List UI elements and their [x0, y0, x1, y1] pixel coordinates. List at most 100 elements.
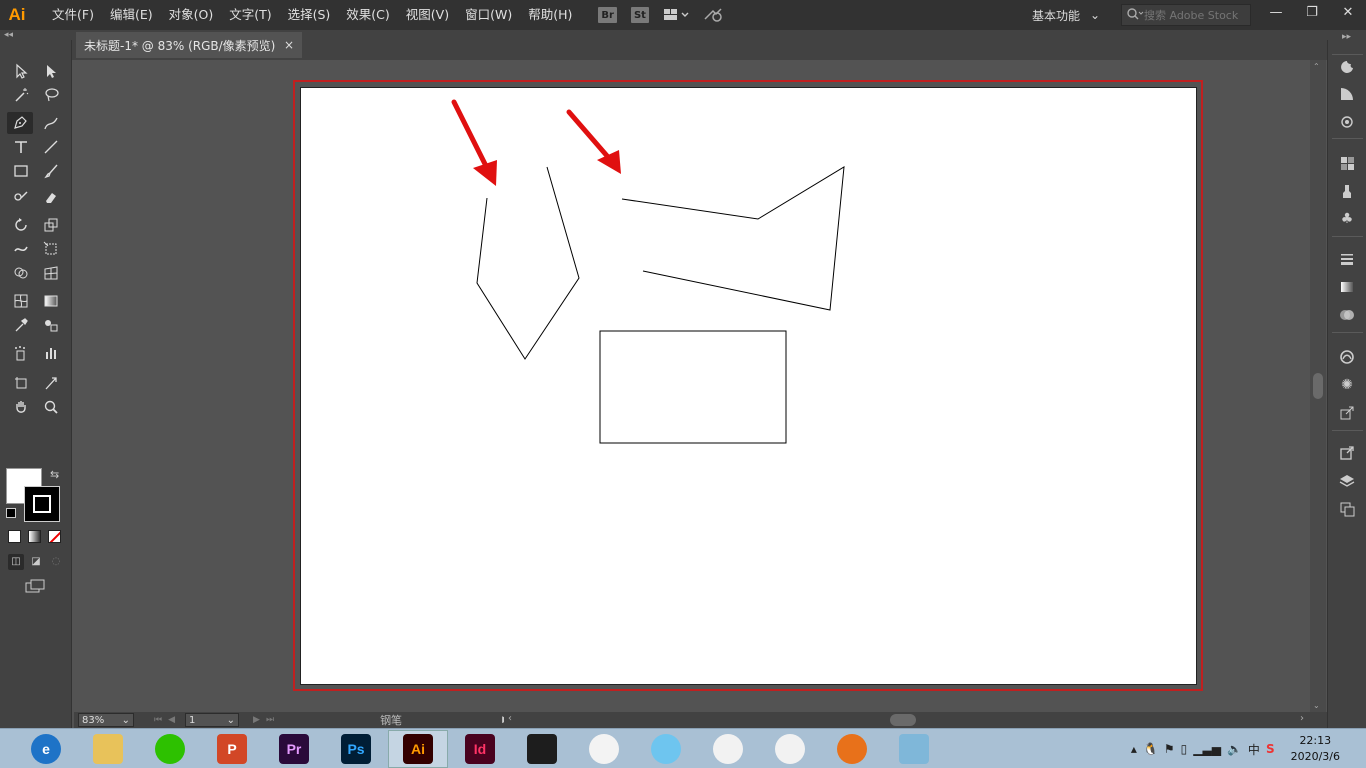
- symbol-sprayer-tool-icon[interactable]: [8, 342, 34, 364]
- zoom-tool-icon[interactable]: [38, 396, 64, 418]
- bridge-button[interactable]: Br: [598, 7, 617, 23]
- taskbar-powerpoint[interactable]: P: [202, 730, 262, 768]
- canvas-area[interactable]: [74, 60, 1310, 712]
- scroll-up-icon[interactable]: ⌃: [1313, 62, 1320, 71]
- artboards-panel-icon[interactable]: [1336, 498, 1358, 520]
- hand-tool-icon[interactable]: [8, 396, 34, 418]
- none-mode-button[interactable]: [48, 530, 61, 543]
- menu-window[interactable]: 窗口(W): [457, 0, 520, 30]
- menu-object[interactable]: 对象(O): [161, 0, 222, 30]
- stroke-swatch[interactable]: [24, 486, 60, 522]
- appearance-icon[interactable]: [1336, 111, 1358, 133]
- image-trace-icon[interactable]: ✺: [1336, 374, 1358, 396]
- rectangle-tool-icon[interactable]: [8, 160, 34, 182]
- expand-panels-icon[interactable]: ▸▸: [1342, 32, 1351, 42]
- scroll-down-icon[interactable]: ⌄: [1313, 701, 1320, 710]
- slice-tool-icon[interactable]: [38, 372, 64, 394]
- draw-normal-icon[interactable]: ◫: [8, 554, 24, 570]
- brushes-panel-icon[interactable]: [1336, 180, 1358, 202]
- taskbar-umbrella[interactable]: [574, 730, 634, 768]
- lasso-tool-icon[interactable]: [38, 84, 64, 106]
- symbols-panel-icon[interactable]: ♣: [1336, 208, 1358, 230]
- blend-tool-icon[interactable]: [38, 314, 64, 336]
- collapse-panel-icon[interactable]: ◂◂: [4, 30, 13, 40]
- taskbar-wechat[interactable]: [140, 730, 200, 768]
- pen-tool-icon[interactable]: [7, 112, 33, 134]
- taskbar-indesign[interactable]: Id: [450, 730, 510, 768]
- color-guide-icon[interactable]: [1336, 83, 1358, 105]
- artboard-next-icons[interactable]: ▶⏭: [253, 715, 280, 725]
- gradient-mode-button[interactable]: [28, 530, 41, 543]
- menu-edit[interactable]: 编辑(E): [102, 0, 161, 30]
- magic-wand-tool-icon[interactable]: [8, 84, 34, 106]
- menu-type[interactable]: 文字(T): [221, 0, 279, 30]
- taskbar-notebook[interactable]: [884, 730, 944, 768]
- width-tool-icon[interactable]: [8, 238, 34, 260]
- artboard-tool-icon[interactable]: [8, 372, 34, 394]
- network-warning-icon[interactable]: ⚑: [1164, 742, 1175, 756]
- stroke-panel-icon[interactable]: [1336, 248, 1358, 270]
- menu-select[interactable]: 选择(S): [280, 0, 339, 30]
- taskbar-illustrator[interactable]: Ai: [388, 729, 448, 768]
- color-mode-button[interactable]: [8, 530, 21, 543]
- gradient-tool-icon[interactable]: [38, 290, 64, 312]
- eraser-tool-icon[interactable]: [38, 186, 64, 208]
- type-tool-icon[interactable]: [8, 136, 34, 158]
- swap-fill-stroke-icon[interactable]: ⇆: [50, 468, 59, 481]
- qq-tray-icon[interactable]: 🐧: [1143, 742, 1158, 756]
- rectangle-shape[interactable]: [599, 330, 787, 444]
- arrange-documents-icon[interactable]: [663, 8, 689, 22]
- eyedropper-tool-icon[interactable]: [8, 314, 34, 336]
- swatches-panel-icon[interactable]: [1336, 152, 1358, 174]
- draw-behind-icon[interactable]: ◪: [28, 554, 44, 570]
- volume-icon[interactable]: 🔈: [1227, 742, 1242, 756]
- sogou-icon[interactable]: S: [1266, 742, 1275, 756]
- vertical-scrollbar[interactable]: ⌃ ⌄: [1310, 60, 1326, 712]
- direct-selection-tool-icon[interactable]: [38, 60, 64, 82]
- menu-effect[interactable]: 效果(C): [338, 0, 397, 30]
- scroll-left-icon[interactable]: ‹: [508, 713, 512, 724]
- draw-inside-icon[interactable]: ◌: [48, 554, 64, 570]
- open-path-bowtie[interactable]: [621, 166, 845, 311]
- scale-tool-icon[interactable]: [38, 214, 64, 236]
- libraries-panel-icon[interactable]: [1336, 346, 1358, 368]
- taskbar-ie[interactable]: e: [16, 730, 76, 768]
- artboard-prev-icons[interactable]: ⏮◀: [154, 715, 181, 725]
- close-button[interactable]: ✕: [1330, 0, 1366, 24]
- taskbar-premiere[interactable]: Pr: [264, 730, 324, 768]
- restore-button[interactable]: ❐: [1294, 0, 1330, 24]
- curvature-tool-icon[interactable]: [38, 112, 64, 134]
- asset-export-icon[interactable]: [1336, 402, 1358, 424]
- taskbar-video[interactable]: [512, 730, 572, 768]
- signal-icon[interactable]: ▁▃▅: [1193, 742, 1221, 756]
- gradient-panel-icon[interactable]: [1336, 276, 1358, 298]
- free-transform-tool-icon[interactable]: [38, 238, 64, 260]
- taskbar-chrome[interactable]: [760, 730, 820, 768]
- show-hidden-icons-icon[interactable]: ▴: [1131, 742, 1137, 756]
- rotate-tool-icon[interactable]: [8, 214, 34, 236]
- document-tab[interactable]: 未标题-1* @ 83% (RGB/像素预览) ×: [76, 32, 302, 58]
- zoom-select[interactable]: 83% ⌄: [78, 713, 134, 727]
- menu-file[interactable]: 文件(F): [44, 0, 102, 30]
- close-tab-icon[interactable]: ×: [284, 38, 294, 52]
- gpu-performance-icon[interactable]: [703, 7, 725, 23]
- taskbar-qq[interactable]: [698, 730, 758, 768]
- horizontal-scroll-thumb[interactable]: [890, 714, 916, 726]
- taskbar-explorer[interactable]: [78, 730, 138, 768]
- stock-button[interactable]: St: [630, 7, 649, 23]
- device-icon[interactable]: ▯: [1181, 742, 1188, 756]
- taskbar-fox-app[interactable]: [822, 730, 882, 768]
- color-panel-icon[interactable]: [1336, 56, 1358, 78]
- line-segment-tool-icon[interactable]: [38, 136, 64, 158]
- taskbar-cloud-app[interactable]: [636, 730, 696, 768]
- mesh-tool-icon[interactable]: [8, 290, 34, 312]
- shape-builder-tool-icon[interactable]: [8, 262, 34, 284]
- artboard-number-select[interactable]: 1 ⌄: [185, 713, 240, 727]
- artboard[interactable]: [300, 87, 1197, 685]
- default-fill-stroke-icon[interactable]: [6, 508, 16, 518]
- scroll-right-icon[interactable]: ›: [1300, 713, 1304, 724]
- shaper-tool-icon[interactable]: [8, 186, 34, 208]
- stock-search[interactable]: [1121, 4, 1251, 26]
- input-method-icon[interactable]: 中: [1248, 741, 1260, 758]
- open-path-shield[interactable]: [476, 166, 580, 360]
